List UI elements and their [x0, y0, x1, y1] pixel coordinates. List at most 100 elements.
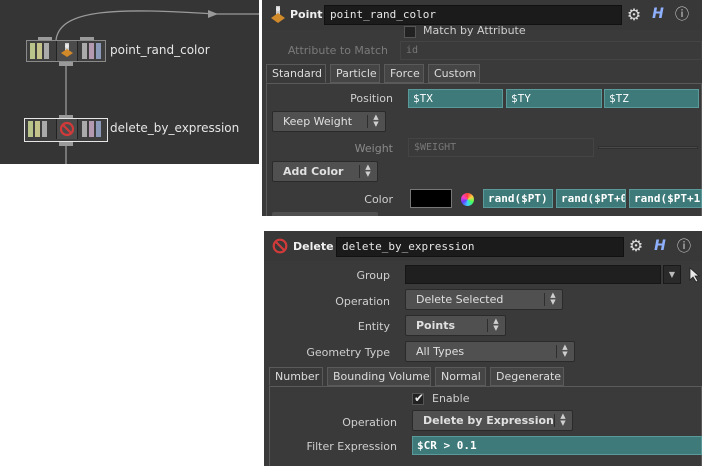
match-by-attribute-checkbox[interactable]: [404, 26, 416, 38]
tab-bounding-volume[interactable]: Bounding Volume: [327, 367, 431, 386]
point-node-type-icon: [268, 5, 288, 29]
group-label: Group: [356, 269, 391, 282]
position-z-field[interactable]: $TZ: [604, 89, 699, 108]
tab-normal[interactable]: Normal: [435, 367, 486, 386]
tab-custom[interactable]: Custom: [428, 64, 480, 83]
node-type-label: Point: [290, 8, 323, 21]
node-flag[interactable]: [96, 43, 101, 59]
updown-arrows-icon: ▲ ▼: [560, 412, 566, 427]
node-flag[interactable]: [82, 43, 87, 59]
mouse-cursor-icon: [688, 267, 702, 283]
filter-expression-label: Filter Expression: [306, 440, 397, 453]
group-field[interactable]: [405, 265, 661, 284]
node-flag[interactable]: [89, 43, 94, 59]
updown-arrows-icon: ▲ ▼: [562, 343, 568, 358]
panel-header: Delete delete_by_expression ⚙ H ⓘ: [264, 231, 702, 261]
node-output-connector[interactable]: [59, 142, 73, 146]
node-output-connector[interactable]: [59, 62, 73, 66]
gear-icon[interactable]: ⚙: [624, 5, 644, 24]
node-label[interactable]: point_rand_color: [110, 43, 210, 57]
enable-label: Enable: [432, 392, 470, 405]
node-flag[interactable]: [37, 43, 42, 59]
number-operation-dropdown[interactable]: Delete by Expression ▲ ▼: [412, 410, 573, 431]
color-b-field[interactable]: rand($PT+1: [629, 189, 702, 208]
point-node-icon: [56, 41, 78, 61]
keep-weight-dropdown[interactable]: Keep Weight ▲ ▼: [272, 111, 386, 132]
input-wire: [55, 10, 259, 41]
position-label: Position: [350, 92, 393, 105]
number-operation-value: Delete by Expression: [423, 414, 554, 427]
node-flag[interactable]: [42, 121, 47, 137]
dropdown-separator: [359, 165, 360, 178]
geometry-type-value: All Types: [416, 345, 465, 358]
dropdown-separator: [556, 345, 557, 358]
node-name-field[interactable]: delete_by_expression: [336, 237, 624, 257]
weight-slider[interactable]: [598, 146, 698, 149]
info-icon[interactable]: ⓘ: [672, 4, 692, 24]
network-node-point-rand-color[interactable]: [26, 40, 106, 62]
node-flag[interactable]: [89, 121, 94, 137]
tab-number[interactable]: Number: [269, 367, 323, 386]
updown-arrows-icon: ▲ ▼: [493, 317, 499, 332]
node-flag[interactable]: [82, 121, 87, 137]
updown-arrows-icon: ▲ ▼: [550, 291, 556, 306]
attribute-to-match-label: Attribute to Match: [287, 44, 388, 57]
tab-force[interactable]: Force: [384, 64, 424, 83]
number-operation-label: Operation: [342, 416, 397, 429]
help-h-icon[interactable]: H: [648, 6, 668, 22]
geometry-type-label: Geometry Type: [306, 346, 390, 359]
entity-value: Points: [416, 319, 456, 332]
network-node-delete-by-expression[interactable]: [24, 118, 108, 142]
position-x-field[interactable]: $TX: [408, 89, 503, 108]
color-label: Color: [364, 193, 393, 206]
enable-checkbox[interactable]: ✔: [412, 391, 425, 405]
info-icon[interactable]: ⓘ: [674, 236, 694, 256]
node-label[interactable]: delete_by_expression: [110, 121, 239, 135]
group-dropdown-arrow-icon[interactable]: ▼: [663, 265, 681, 284]
dropdown-separator: [544, 293, 545, 306]
color-swatch[interactable]: [410, 189, 452, 208]
gear-icon[interactable]: ⚙: [626, 236, 646, 255]
operation-value: Delete Selected: [416, 293, 504, 306]
partial-dropdown[interactable]: [272, 212, 378, 216]
updown-arrows-icon: ▲ ▼: [365, 163, 371, 178]
color-g-field[interactable]: rand($PT+0: [556, 189, 626, 208]
filter-expression-field[interactable]: $CR > 0.1: [412, 436, 702, 455]
node-flag[interactable]: [30, 43, 35, 59]
operation-label: Operation: [335, 295, 390, 308]
node-flag[interactable]: [35, 121, 40, 137]
delete-node-type-icon: [270, 237, 290, 259]
tab-particle[interactable]: Particle: [330, 64, 380, 83]
node-flag[interactable]: [28, 121, 33, 137]
keep-weight-value: Keep Weight: [283, 115, 353, 128]
add-color-value: Add Color: [283, 165, 344, 178]
dropdown-separator: [554, 414, 555, 427]
dropdown-separator: [367, 115, 368, 128]
weight-field[interactable]: $WEIGHT: [408, 138, 594, 157]
tab-degenerate[interactable]: Degenerate: [490, 367, 564, 386]
point-parameter-panel: Point point_rand_color ⚙ H ⓘ Match by At…: [262, 0, 702, 216]
match-by-attribute-label: Match by Attribute: [423, 24, 526, 37]
network-view[interactable]: point_rand_color delete_by_expression: [0, 0, 259, 164]
delete-parameter-panel: Delete delete_by_expression ⚙ H ⓘ Group …: [264, 231, 702, 466]
screen: point_rand_color delete_by_expression Po…: [0, 0, 702, 466]
entity-dropdown[interactable]: Points ▲ ▼: [405, 315, 506, 336]
help-h-icon[interactable]: H: [650, 238, 670, 254]
node-flag[interactable]: [96, 121, 101, 137]
entity-label: Entity: [357, 320, 390, 333]
updown-arrows-icon: ▲ ▼: [373, 113, 379, 128]
checkmark-icon: ✔: [414, 391, 425, 405]
geometry-type-dropdown[interactable]: All Types ▲ ▼: [405, 341, 575, 362]
add-color-dropdown[interactable]: Add Color ▲ ▼: [272, 161, 378, 182]
node-name-field[interactable]: point_rand_color: [324, 5, 622, 25]
wire-arrow-icon: [208, 10, 218, 18]
node-flag[interactable]: [44, 43, 49, 59]
tab-standard[interactable]: Standard: [266, 64, 326, 83]
operation-dropdown[interactable]: Delete Selected ▲ ▼: [405, 289, 563, 310]
dropdown-separator: [487, 319, 488, 332]
color-wheel-icon[interactable]: [461, 193, 474, 206]
color-r-field[interactable]: rand($PT): [483, 189, 553, 208]
attribute-to-match-field[interactable]: id: [400, 41, 702, 60]
node-type-label: Delete: [293, 240, 334, 253]
position-y-field[interactable]: $TY: [506, 89, 602, 108]
